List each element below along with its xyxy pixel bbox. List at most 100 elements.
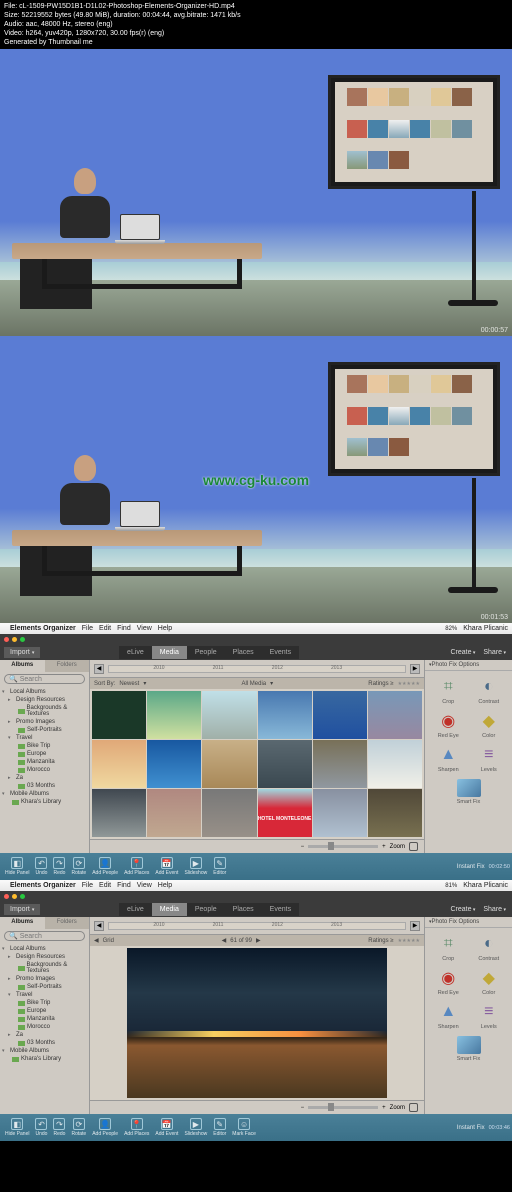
thumbnail[interactable] xyxy=(147,789,201,837)
editor-button[interactable]: ✎Editor xyxy=(210,857,229,876)
thumbnail[interactable] xyxy=(258,691,312,739)
undo-button[interactable]: ↶Undo xyxy=(32,1118,50,1137)
tree-self[interactable]: Self-Portraits xyxy=(2,983,87,991)
search-input[interactable]: 🔍 Search xyxy=(4,931,85,941)
thumbnail[interactable] xyxy=(92,789,146,837)
fix-color-button[interactable]: ◆Color xyxy=(472,968,507,996)
import-button[interactable]: Import xyxy=(4,647,46,658)
thumbnail[interactable] xyxy=(368,740,422,788)
tab-people[interactable]: People xyxy=(187,646,225,659)
slideshow-button[interactable]: ▶Slideshow xyxy=(181,1118,210,1137)
menu-find[interactable]: Find xyxy=(117,882,131,889)
tree-backgrounds[interactable]: Backgrounds & Textures xyxy=(2,704,87,718)
share-button[interactable]: Share xyxy=(483,906,506,913)
zoom-out-icon[interactable]: − xyxy=(301,844,305,850)
hide-panel-button[interactable]: ◧Hide Panel xyxy=(2,857,32,876)
menu-find[interactable]: Find xyxy=(117,625,131,632)
tab-places[interactable]: Places xyxy=(225,903,262,916)
tree-self[interactable]: Self-Portraits xyxy=(2,726,87,734)
user-name[interactable]: Khara Plicanic xyxy=(463,882,508,889)
tree-months[interactable]: 03 Months xyxy=(2,1039,87,1047)
create-button[interactable]: Create xyxy=(450,649,475,656)
tab-folders[interactable]: Folders xyxy=(45,917,90,929)
add-event-button[interactable]: 📅Add Event xyxy=(152,1118,181,1137)
slideshow-button[interactable]: ▶Slideshow xyxy=(181,857,210,876)
fullscreen-icon[interactable] xyxy=(409,842,418,851)
fix-redeye-button[interactable]: ◉Red Eye xyxy=(431,711,466,739)
tab-albums[interactable]: Albums xyxy=(0,917,45,929)
tree-morocco[interactable]: Morocco xyxy=(2,766,87,774)
photo-fix-header[interactable]: Photo Fix Options xyxy=(425,660,512,671)
timeline[interactable]: ◀ 2010 2011 2012 2013 ▶ xyxy=(90,660,424,678)
rotate-button[interactable]: ⟳Rotate xyxy=(68,1118,89,1137)
share-button[interactable]: Share xyxy=(483,649,506,656)
timeline-prev-icon[interactable]: ◀ xyxy=(94,664,104,674)
instant-fix-button[interactable]: Instant Fix xyxy=(453,1125,489,1131)
tree-morocco[interactable]: Morocco xyxy=(2,1023,87,1031)
fix-crop-button[interactable]: ⌗Crop xyxy=(431,677,466,705)
hide-panel-button[interactable]: ◧Hide Panel xyxy=(2,1118,32,1137)
redo-button[interactable]: ↷Redo xyxy=(50,857,68,876)
thumbnail[interactable] xyxy=(92,691,146,739)
zoom-in-icon[interactable]: + xyxy=(382,844,386,850)
app-name[interactable]: Elements Organizer xyxy=(10,882,76,889)
redo-button[interactable]: ↷Redo xyxy=(50,1118,68,1137)
menu-file[interactable]: File xyxy=(82,625,93,632)
minimize-icon[interactable] xyxy=(12,637,17,642)
add-places-button[interactable]: 📍Add Places xyxy=(121,857,152,876)
fix-contrast-button[interactable]: ◐Contrast xyxy=(472,677,507,705)
fix-color-button[interactable]: ◆Color xyxy=(472,711,507,739)
tree-za[interactable]: Za xyxy=(2,774,87,782)
thumbnail[interactable] xyxy=(92,740,146,788)
instant-fix-button[interactable]: Instant Fix xyxy=(453,864,489,870)
thumbnail[interactable] xyxy=(313,789,367,837)
search-input[interactable]: 🔍 Search xyxy=(4,674,85,684)
zoom-in-icon[interactable]: + xyxy=(382,1105,386,1111)
tree-promo[interactable]: Promo Images xyxy=(2,975,87,983)
tree-travel[interactable]: Travel xyxy=(2,734,87,742)
timeline-next-icon[interactable]: ▶ xyxy=(410,921,420,931)
fix-smart-button[interactable]: Smart Fix xyxy=(431,779,506,805)
fix-crop-button[interactable]: ⌗Crop xyxy=(431,934,466,962)
add-people-button[interactable]: 👤Add People xyxy=(89,857,121,876)
tree-design[interactable]: Design Resources xyxy=(2,953,87,961)
thumbnail[interactable] xyxy=(368,691,422,739)
tab-media[interactable]: Media xyxy=(152,903,187,916)
mark-face-button[interactable]: ☺Mark Face xyxy=(229,1118,259,1137)
tree-promo[interactable]: Promo Images xyxy=(2,718,87,726)
thumbnail[interactable]: HOTEL MONTELEONE xyxy=(258,789,312,837)
tree-europe[interactable]: Europe xyxy=(2,1007,87,1015)
add-event-button[interactable]: 📅Add Event xyxy=(152,857,181,876)
thumbnail[interactable] xyxy=(147,691,201,739)
zoom-slider[interactable] xyxy=(308,1106,378,1109)
tree-za[interactable]: Za xyxy=(2,1031,87,1039)
tab-folders[interactable]: Folders xyxy=(45,660,90,672)
tree-library[interactable]: Khara's Library xyxy=(2,798,87,806)
zoom-icon[interactable] xyxy=(20,637,25,642)
timeline-prev-icon[interactable]: ◀ xyxy=(94,921,104,931)
zoom-slider[interactable] xyxy=(308,845,378,848)
rotate-button[interactable]: ⟳Rotate xyxy=(68,857,89,876)
fix-sharpen-button[interactable]: ▲Sharpen xyxy=(431,745,466,773)
menu-edit[interactable]: Edit xyxy=(99,625,111,632)
import-button[interactable]: Import xyxy=(4,904,46,915)
timeline-track[interactable]: 2010 2011 2012 2013 xyxy=(108,665,406,673)
zoom-icon[interactable] xyxy=(20,894,25,899)
thumbnail[interactable] xyxy=(147,740,201,788)
menu-view[interactable]: View xyxy=(137,625,152,632)
fix-smart-button[interactable]: Smart Fix xyxy=(431,1036,506,1062)
menu-help[interactable]: Help xyxy=(158,882,172,889)
photo-fix-header[interactable]: Photo Fix Options xyxy=(425,917,512,928)
fix-sharpen-button[interactable]: ▲Sharpen xyxy=(431,1002,466,1030)
menu-edit[interactable]: Edit xyxy=(99,882,111,889)
tab-events[interactable]: Events xyxy=(262,646,299,659)
tab-people[interactable]: People xyxy=(187,903,225,916)
ratings-stars[interactable]: ★★★★★ xyxy=(398,681,420,687)
menu-help[interactable]: Help xyxy=(158,625,172,632)
minimize-icon[interactable] xyxy=(12,894,17,899)
tree-mobile[interactable]: Mobile Albums xyxy=(2,1047,87,1055)
close-icon[interactable] xyxy=(4,637,9,642)
media-filter[interactable]: All Media xyxy=(241,681,266,687)
tree-manzanita[interactable]: Manzanita xyxy=(2,758,87,766)
sort-select[interactable]: Newest xyxy=(119,681,139,687)
